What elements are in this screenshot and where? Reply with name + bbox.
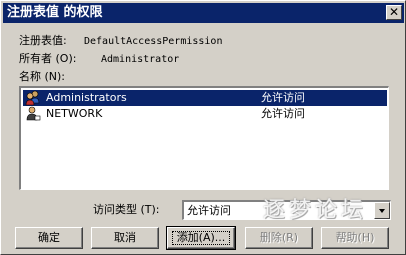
group-icon: [25, 90, 41, 106]
help-button[interactable]: 帮助(H): [321, 227, 389, 249]
remove-button[interactable]: 删除(R): [245, 227, 313, 249]
remove-button-label: 删除(R): [259, 231, 299, 244]
list-item-permission: 允许访问: [261, 91, 305, 104]
list-item[interactable]: NETWORK 允许访问: [23, 106, 387, 122]
list-item-permission: 允许访问: [261, 107, 305, 120]
access-type-label: 访问类型 (T):: [93, 203, 160, 216]
close-icon: ✕: [388, 5, 400, 19]
permissions-listbox[interactable]: Administrators 允许访问 NETWORK 允许访问: [19, 86, 389, 190]
registry-value-text: DefaultAccessPermission: [84, 36, 223, 47]
focus-rectangle: [172, 231, 230, 245]
help-button-label: 帮助(H): [335, 231, 375, 244]
cancel-button[interactable]: 取消: [91, 227, 159, 249]
permissions-dialog: 注册表值 的权限 ✕ 注册表值: DefaultAccessPermission…: [0, 0, 406, 255]
access-type-value: 允许访问: [187, 204, 231, 217]
close-button[interactable]: ✕: [386, 5, 402, 20]
window-title: 注册表值 的权限: [7, 5, 103, 20]
registry-value-label: 注册表值:: [19, 34, 67, 47]
title-bar[interactable]: 注册表值 的权限 ✕: [3, 3, 404, 23]
cancel-button-label: 取消: [114, 231, 136, 244]
ok-button-label: 确定: [38, 231, 60, 244]
owner-label: 所有者 (O):: [19, 52, 77, 65]
forum-watermark: 逐梦论坛: [263, 198, 368, 223]
names-label: 名称 (N):: [19, 70, 66, 83]
add-button[interactable]: 添加(A)...: [166, 226, 236, 250]
ok-button[interactable]: 确定: [15, 227, 83, 249]
user-icon: [25, 106, 41, 122]
owner-text: Administrator: [101, 54, 180, 65]
list-item-name: Administrators: [46, 91, 127, 104]
list-item[interactable]: Administrators 允许访问: [23, 90, 387, 106]
list-item-name: NETWORK: [46, 107, 103, 120]
